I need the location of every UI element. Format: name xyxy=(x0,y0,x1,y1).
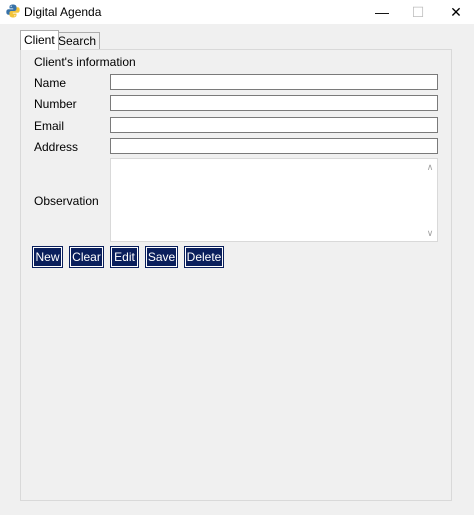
name-input[interactable] xyxy=(110,74,438,90)
title-bar[interactable]: Digital Agenda — ☐ ✕ xyxy=(0,0,474,24)
window-title: Digital Agenda xyxy=(24,5,102,19)
email-label: Email xyxy=(34,119,65,133)
name-label: Name xyxy=(34,76,67,90)
new-button[interactable]: New xyxy=(32,246,63,268)
clear-button[interactable]: Clear xyxy=(69,246,104,268)
observation-textarea[interactable]: ∧ ∨ xyxy=(110,158,438,242)
tab-client[interactable]: Client xyxy=(20,30,59,50)
maximize-icon: ☐ xyxy=(411,3,425,20)
minimize-button[interactable]: — xyxy=(362,0,402,24)
minimize-icon: — xyxy=(375,4,389,20)
number-input[interactable] xyxy=(110,95,438,111)
close-button[interactable]: ✕ xyxy=(436,0,474,24)
maximize-button[interactable]: ☐ xyxy=(398,0,438,24)
observation-label: Observation xyxy=(34,194,99,208)
close-icon: ✕ xyxy=(450,3,462,20)
number-label: Number xyxy=(34,97,77,111)
address-label: Address xyxy=(34,140,79,154)
scroll-up-arrow-icon[interactable]: ∧ xyxy=(425,162,435,172)
scroll-down-arrow-icon[interactable]: ∨ xyxy=(425,228,435,238)
delete-button[interactable]: Delete xyxy=(184,246,224,268)
tab-search[interactable]: Search xyxy=(54,32,101,49)
address-input[interactable] xyxy=(110,138,438,154)
edit-button[interactable]: Edit xyxy=(110,246,139,268)
email-input[interactable] xyxy=(110,117,438,133)
save-button[interactable]: Save xyxy=(145,246,178,268)
section-title: Client's information xyxy=(34,55,136,69)
python-icon xyxy=(6,4,20,18)
